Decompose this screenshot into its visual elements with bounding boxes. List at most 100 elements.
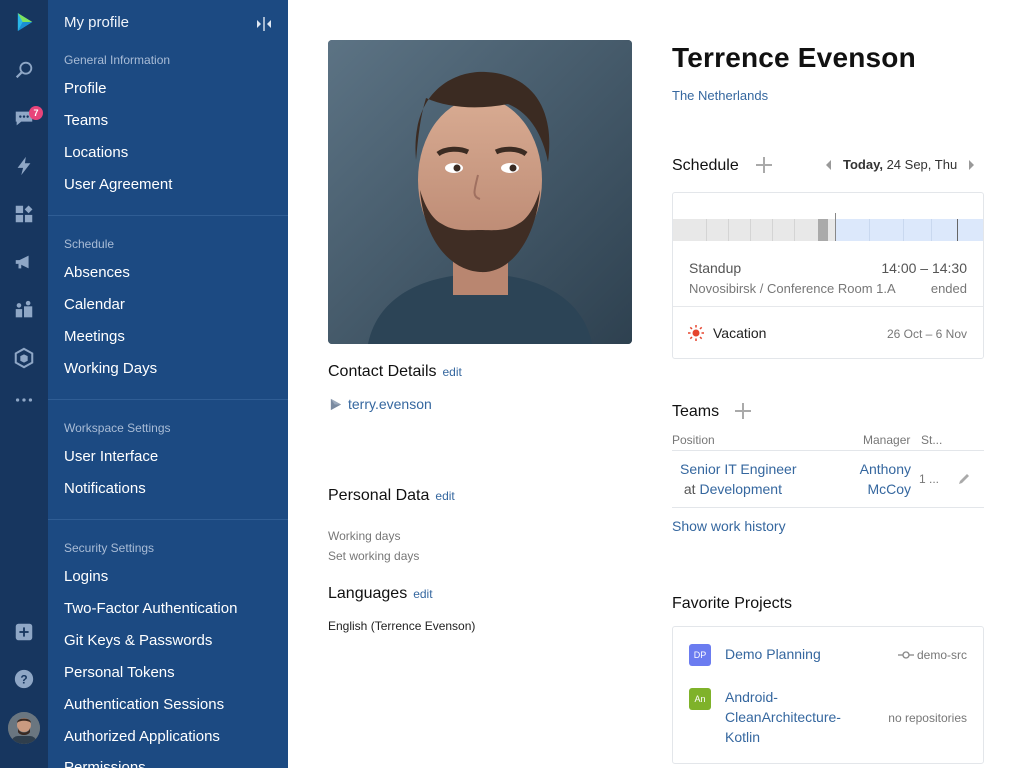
sidebar-item-meetings[interactable]: Meetings <box>64 328 125 345</box>
commit-icon <box>897 651 914 659</box>
event-time: 14:00 – 14:30 <box>881 260 967 276</box>
search-icon[interactable] <box>0 52 48 88</box>
sidebar-item-user-interface[interactable]: User Interface <box>64 448 158 465</box>
team-at-text: at <box>680 481 700 497</box>
username-link[interactable]: terry.evenson <box>348 396 432 412</box>
project-name-link[interactable]: Android-CleanArchitecture-Kotlin <box>725 687 865 747</box>
sidebar-item-locations[interactable]: Locations <box>64 144 128 161</box>
language-value: English (Terrence Evenson) <box>328 619 476 633</box>
schedule-card: Standup 14:00 – 14:30 Novosibirsk / Conf… <box>672 192 984 359</box>
add-team-icon[interactable] <box>734 402 752 420</box>
timeline-tick <box>957 219 958 241</box>
user-avatar[interactable] <box>8 712 40 744</box>
table-divider <box>672 507 984 508</box>
help-icon[interactable]: ? <box>0 661 48 697</box>
package-icon[interactable] <box>0 340 48 376</box>
section-general-information: General Information <box>64 53 171 67</box>
section-security-settings: Security Settings <box>64 541 155 555</box>
sidebar-item-calendar[interactable]: Calendar <box>64 296 125 313</box>
team-icon[interactable] <box>0 292 48 328</box>
dashboard-icon[interactable] <box>0 196 48 232</box>
project-avatar[interactable]: An <box>689 688 711 710</box>
project-name-link[interactable]: Demo Planning <box>725 644 821 664</box>
personal-edit-link[interactable]: edit <box>435 489 454 503</box>
sidebar-item-profile[interactable]: Profile <box>64 80 107 97</box>
vacation-label[interactable]: Vacation <box>713 325 766 341</box>
column-status[interactable]: St... <box>921 433 942 447</box>
project-avatar[interactable]: DP <box>689 644 711 666</box>
svg-text:?: ? <box>20 673 27 687</box>
sidebar: My profile General Information Profile T… <box>48 0 288 768</box>
add-icon[interactable] <box>0 614 48 650</box>
timeline-tick <box>869 219 870 241</box>
prev-day-icon[interactable] <box>826 159 831 170</box>
sidebar-item-working-days[interactable]: Working Days <box>64 360 157 377</box>
timeline-future-range <box>835 219 983 241</box>
sidebar-item-absences[interactable]: Absences <box>64 264 130 281</box>
personal-data-heading: Personal Data edit <box>328 487 455 505</box>
contact-details-heading: Contact Details edit <box>328 363 462 381</box>
sidebar-item-user-agreement[interactable]: User Agreement <box>64 176 172 193</box>
sidebar-item-authentication-sessions[interactable]: Authentication Sessions <box>64 696 224 713</box>
timeline-tick <box>728 219 729 241</box>
contact-details-title: Contact Details <box>328 363 437 380</box>
event-title[interactable]: Standup <box>689 260 741 276</box>
contact-edit-link[interactable]: edit <box>443 365 462 379</box>
timeline-event-block[interactable] <box>818 219 828 241</box>
sidebar-item-permissions[interactable]: Permissions <box>64 759 146 768</box>
timeline-tick <box>750 219 751 241</box>
sidebar-item-authorized-applications[interactable]: Authorized Applications <box>64 728 220 745</box>
event-status: ended <box>930 281 967 296</box>
favorite-projects-card: DP Demo Planning demo-src An Android-Cle… <box>672 626 984 764</box>
pencil-icon[interactable] <box>957 472 971 486</box>
project-repo[interactable]: demo-src <box>897 648 967 662</box>
sidebar-divider <box>48 399 288 400</box>
timeline-tick <box>931 219 932 241</box>
more-icon[interactable] <box>0 382 48 418</box>
set-working-days-link[interactable]: Set working days <box>328 549 419 563</box>
date-today: Today, <box>843 157 883 172</box>
country-link[interactable]: The Netherlands <box>672 88 768 103</box>
personal-data-title: Personal Data <box>328 487 430 504</box>
date-value: 24 Sep, Thu <box>882 157 958 172</box>
column-position[interactable]: Position <box>672 433 715 447</box>
show-work-history-link[interactable]: Show work history <box>672 518 786 534</box>
timeline-tick <box>772 219 773 241</box>
languages-title: Languages <box>328 585 408 602</box>
timeline-tick <box>706 219 707 241</box>
megaphone-icon[interactable] <box>0 244 48 280</box>
timeline-tick <box>903 219 904 241</box>
sidebar-title: My profile <box>64 14 130 31</box>
event-location: Novosibirsk / Conference Room 1.A <box>689 281 896 296</box>
profile-name: Terrence Evenson <box>672 42 916 73</box>
project-repo-name: demo-src <box>916 648 967 662</box>
card-divider <box>673 306 983 307</box>
date-navigator: Today, 24 Sep, Thu <box>826 157 975 172</box>
lightning-icon[interactable] <box>0 148 48 184</box>
sidebar-item-notifications[interactable]: Notifications <box>64 480 146 497</box>
sidebar-divider <box>48 519 288 520</box>
sidebar-item-git-keys-passwords[interactable]: Git Keys & Passwords <box>64 632 212 649</box>
schedule-heading: Schedule <box>672 157 739 174</box>
next-day-icon[interactable] <box>969 159 975 170</box>
vacation-dates: 26 Oct – 6 Nov <box>886 327 967 341</box>
column-manager[interactable]: Manager <box>863 433 910 447</box>
working-days-label: Working days <box>328 529 401 543</box>
sidebar-item-personal-tokens[interactable]: Personal Tokens <box>64 664 175 681</box>
sidebar-item-teams[interactable]: Teams <box>64 112 108 129</box>
team-row-status: 1 ... <box>919 472 940 486</box>
sun-icon <box>687 324 705 342</box>
timeline-now-line <box>835 213 836 241</box>
collapse-sidebar-icon[interactable] <box>254 14 274 34</box>
section-schedule: Schedule <box>64 237 115 251</box>
team-manager-link[interactable]: Anthony McCoy <box>850 459 911 499</box>
sidebar-item-two-factor-authentication[interactable]: Two-Factor Authentication <box>64 600 237 617</box>
team-name-link[interactable]: Development <box>699 481 782 497</box>
sidebar-item-logins[interactable]: Logins <box>64 568 108 585</box>
chat-icon[interactable]: 7 <box>0 100 48 136</box>
add-schedule-icon[interactable] <box>755 156 773 174</box>
app-logo-icon[interactable] <box>0 4 48 40</box>
languages-edit-link[interactable]: edit <box>413 587 432 601</box>
team-role-link[interactable]: Senior IT Engineer <box>680 461 796 477</box>
schedule-timeline[interactable] <box>673 213 983 241</box>
